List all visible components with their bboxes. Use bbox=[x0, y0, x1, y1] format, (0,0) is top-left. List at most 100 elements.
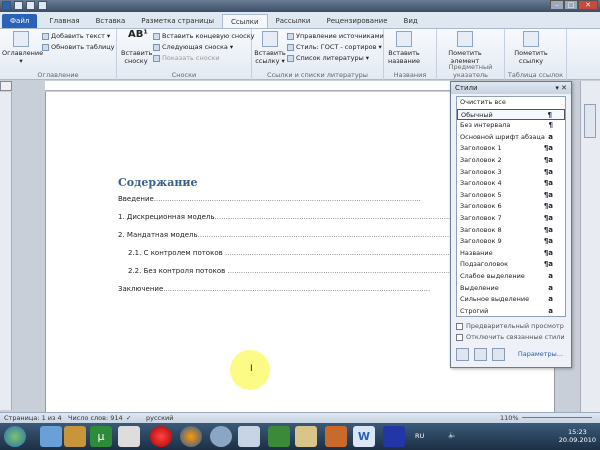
style-item[interactable]: Заголовок 7 ¶a bbox=[457, 213, 565, 225]
manage-sources-button[interactable]: Управление источниками bbox=[287, 32, 384, 40]
taskbar-app-icon[interactable] bbox=[64, 426, 86, 447]
style-name: Без интервала bbox=[460, 121, 511, 130]
explorer-icon[interactable] bbox=[295, 426, 317, 447]
toc-entry[interactable]: Заключение..............................… bbox=[118, 285, 478, 293]
style-item[interactable]: Подзаголовок ¶a bbox=[457, 259, 565, 271]
tab-review[interactable]: Рецензирование bbox=[319, 14, 396, 28]
volume-icon[interactable]: 🔈 bbox=[448, 431, 457, 439]
toc-heading: Содержание bbox=[118, 176, 198, 189]
next-footnote-icon bbox=[153, 43, 160, 51]
style-name: Очистить все bbox=[460, 98, 506, 106]
zoom-level[interactable]: 110% bbox=[500, 413, 519, 423]
bibliography-button[interactable]: Список литературы ▾ bbox=[287, 54, 369, 62]
toc-entry[interactable]: 2.1. С контролем потоков ...............… bbox=[128, 249, 450, 257]
style-item[interactable]: Основной шрифт абзаца a bbox=[457, 132, 565, 144]
group-label: Оглавление bbox=[37, 71, 79, 79]
style-item[interactable]: Заголовок 4 ¶a bbox=[457, 178, 565, 190]
options-link[interactable]: Параметры... bbox=[518, 350, 563, 358]
calendar-icon[interactable] bbox=[118, 426, 140, 447]
add-text-button[interactable]: Добавить текст ▾ bbox=[42, 32, 110, 40]
minimize-button[interactable]: – bbox=[550, 0, 564, 10]
style-select[interactable]: Стиль: ГОСТ - сортиров ▾ bbox=[287, 43, 382, 51]
style-item[interactable]: Название ¶a bbox=[457, 248, 565, 260]
toc-entry[interactable]: 2.2. Без контроля потоков ..............… bbox=[128, 267, 450, 275]
style-type-icon: ¶a bbox=[543, 260, 553, 269]
style-item[interactable]: Заголовок 2 ¶a bbox=[457, 155, 565, 167]
mark-citation-button[interactable]: Пометить ссылку bbox=[513, 31, 549, 65]
toc-entry[interactable]: 2. Мандатная модель.....................… bbox=[118, 231, 478, 239]
style-icon bbox=[287, 43, 294, 51]
word-count[interactable]: Число слов: 914 bbox=[68, 413, 123, 423]
style-item[interactable]: Обычный ¶ bbox=[457, 108, 565, 121]
insert-endnote-button[interactable]: Вставить концевую сноску bbox=[153, 32, 254, 40]
spellcheck-icon[interactable]: ✓ bbox=[126, 413, 131, 423]
tab-view[interactable]: Вид bbox=[396, 14, 426, 28]
next-footnote-button[interactable]: Следующая сноска ▾ bbox=[153, 43, 233, 51]
taskbar-app-icon[interactable] bbox=[383, 426, 405, 447]
tab-page-layout[interactable]: Разметка страницы bbox=[133, 14, 222, 28]
tab-mailings[interactable]: Рассылки bbox=[268, 14, 319, 28]
tab-references[interactable]: Ссылки bbox=[221, 14, 268, 28]
pane-close-icon[interactable]: ✕ bbox=[561, 84, 567, 92]
insert-footnote-button[interactable]: AB¹ Вставить сноску bbox=[121, 30, 152, 66]
style-item[interactable]: Строгий a bbox=[457, 306, 565, 318]
save-icon[interactable] bbox=[14, 1, 23, 10]
style-item[interactable]: Заголовок 6 ¶a bbox=[457, 201, 565, 213]
style-item[interactable]: Слабое выделение a bbox=[457, 271, 565, 283]
preview-checkbox[interactable]: Предварительный просмотр bbox=[456, 322, 564, 330]
page-count[interactable]: Страница: 1 из 4 bbox=[4, 413, 62, 423]
utorrent-icon[interactable]: µ bbox=[90, 426, 112, 447]
insert-citation-button[interactable]: Вставить ссылку ▾ bbox=[254, 31, 286, 65]
style-type-icon: a bbox=[548, 295, 553, 304]
input-language[interactable]: RU bbox=[415, 432, 424, 440]
toc-icon bbox=[13, 31, 29, 47]
disable-linked-checkbox[interactable]: Отключить связанные стили bbox=[456, 333, 565, 341]
style-item[interactable]: Заголовок 1 ¶a bbox=[457, 143, 565, 155]
maximize-button[interactable]: □ bbox=[564, 0, 578, 10]
style-item[interactable]: Заголовок 5 ¶a bbox=[457, 190, 565, 202]
language[interactable]: русский bbox=[146, 413, 174, 423]
toc-button[interactable]: Оглавление ▾ bbox=[2, 31, 43, 65]
clock[interactable]: 15:23 20.09.2010 bbox=[559, 428, 596, 444]
pane-menu-icon[interactable]: ▾ bbox=[555, 84, 559, 92]
style-item[interactable]: Сильное выделение a bbox=[457, 294, 565, 306]
taskbar-app-icon[interactable] bbox=[210, 426, 232, 447]
manage-styles-button[interactable] bbox=[492, 348, 505, 361]
tab-file[interactable]: Файл bbox=[2, 14, 38, 28]
insert-caption-button[interactable]: Вставить название bbox=[387, 31, 421, 65]
taskbar-app-icon[interactable] bbox=[268, 426, 290, 447]
style-item[interactable]: Заголовок 9 ¶a bbox=[457, 236, 565, 248]
style-item[interactable]: Выделение a bbox=[457, 283, 565, 295]
style-type-icon: ¶a bbox=[543, 179, 553, 188]
toc-entry[interactable]: Введение................................… bbox=[118, 195, 478, 203]
opera-icon[interactable] bbox=[150, 426, 172, 447]
style-item[interactable]: Заголовок 3 ¶a bbox=[457, 167, 565, 179]
horizontal-ruler[interactable] bbox=[45, 81, 450, 91]
style-type-icon: a bbox=[548, 132, 553, 141]
undo-icon[interactable] bbox=[26, 1, 35, 10]
style-inspector-button[interactable] bbox=[474, 348, 487, 361]
style-item[interactable]: Без интервала ¶ bbox=[457, 120, 565, 132]
taskbar-app-icon[interactable] bbox=[325, 426, 347, 447]
tab-insert[interactable]: Вставка bbox=[88, 14, 134, 28]
zoom-slider[interactable] bbox=[522, 417, 592, 418]
taskbar-app-icon[interactable] bbox=[40, 426, 62, 447]
tab-home[interactable]: Главная bbox=[41, 14, 87, 28]
toc-group: Оглавление ▾ Добавить текст ▾ Обновить т… bbox=[0, 29, 117, 80]
manage-sources-icon bbox=[287, 32, 294, 40]
ruler-tab-selector[interactable] bbox=[0, 81, 12, 91]
style-item[interactable]: Заголовок 8 ¶a bbox=[457, 225, 565, 237]
start-button[interactable] bbox=[4, 426, 26, 447]
update-table-button[interactable]: Обновить таблицу bbox=[42, 43, 115, 51]
redo-icon[interactable] bbox=[38, 1, 47, 10]
toc-entry[interactable]: 1. Дискреционная модель.................… bbox=[118, 213, 478, 221]
taskbar-app-icon[interactable] bbox=[238, 426, 260, 447]
mark-entry-button[interactable]: Пометить элемент bbox=[447, 31, 483, 65]
firefox-icon[interactable] bbox=[180, 426, 202, 447]
scrollbar-thumb[interactable] bbox=[584, 104, 596, 138]
vertical-ruler[interactable] bbox=[0, 92, 12, 410]
new-style-button[interactable] bbox=[456, 348, 469, 361]
style-item[interactable]: Очистить все bbox=[457, 97, 565, 109]
word-taskbar-icon[interactable]: W bbox=[353, 426, 375, 447]
close-button[interactable]: ✕ bbox=[578, 0, 598, 10]
